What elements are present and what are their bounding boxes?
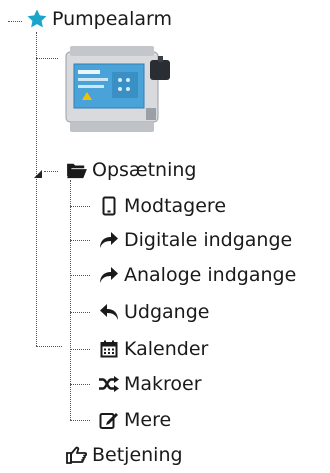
tree-connector [70, 206, 90, 207]
tree-connector [70, 420, 90, 421]
tree-connector [8, 21, 22, 22]
tree-node-digitale-indgange[interactable]: Digitale indgange [94, 229, 292, 251]
tree-node-makroer[interactable]: Makroer [94, 373, 202, 395]
tree-node-label: Modtagere [124, 195, 227, 217]
tree-node-label: Opsætning [92, 159, 197, 181]
share-arrow-icon [94, 266, 124, 284]
tree-node-analoge-indgange[interactable]: Analoge indgange [94, 264, 296, 286]
tree-node-modtagere[interactable]: Modtagere [94, 195, 226, 217]
tree-node-label: Analoge indgange [124, 264, 297, 286]
tree-node-betjening-row[interactable]: Betjening [62, 444, 183, 466]
tree-connector [36, 32, 37, 346]
folder-open-icon [62, 161, 92, 179]
tree-node-udgange[interactable]: Udgange [94, 301, 209, 323]
tree-connector [70, 275, 90, 276]
tree-connector [70, 384, 90, 385]
tree-connector [70, 240, 90, 241]
tree-node-mere[interactable]: Mere [94, 409, 171, 431]
tree-node-opsaetning[interactable]: Opsætning [62, 159, 196, 181]
tree-node-label: Pumpealarm [52, 8, 172, 30]
tree-node-kalender[interactable]: Kalender [94, 338, 208, 360]
share-arrow-icon [94, 231, 124, 249]
edit-icon [94, 410, 124, 430]
tree-node-label: Digitale indgange [124, 229, 293, 251]
star-icon [22, 8, 52, 30]
tree-node-label: Kalender [124, 338, 209, 360]
tree-connector [44, 171, 58, 172]
tree-connector [36, 346, 62, 347]
calendar-icon [94, 340, 124, 358]
collapse-toggle-icon[interactable] [32, 165, 44, 178]
hand-pointing-icon [62, 446, 92, 464]
tree-connector [36, 58, 58, 59]
tree-connector [70, 312, 90, 313]
tree-node-label: Udgange [124, 301, 210, 323]
reply-arrow-icon [94, 303, 124, 321]
tree-node-label: Betjening [92, 444, 183, 466]
tree-node-label: Makroer [124, 373, 202, 395]
mobile-phone-icon [94, 196, 124, 216]
shuffle-icon [94, 376, 124, 392]
alarm-device-image [60, 42, 173, 137]
tree-node-pumpealarm[interactable]: Pumpealarm [22, 8, 172, 30]
tree-node-label: Mere [124, 409, 172, 431]
tree-connector [70, 349, 90, 350]
